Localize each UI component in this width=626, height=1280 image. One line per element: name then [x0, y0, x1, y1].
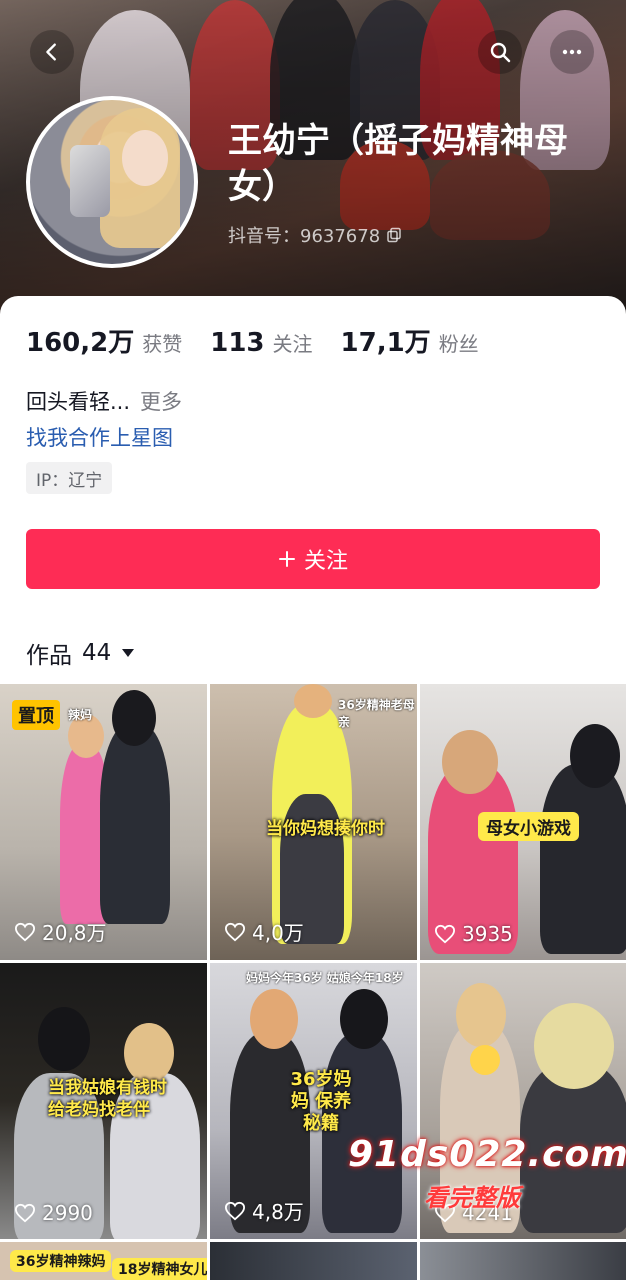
douyin-id[interactable]: 抖音号：9637678 [228, 222, 402, 248]
like-count-value: 4,8万 [252, 1200, 304, 1224]
follow-button[interactable]: 关注 [26, 529, 600, 589]
video-tile[interactable]: 妈妈今年36岁 姑娘今年18岁 36岁妈妈 保养秘籍 4,8万 [210, 963, 417, 1239]
works-count: 44 [82, 640, 112, 666]
like-count: 3935 [434, 922, 513, 946]
like-count: 4,0万 [224, 917, 304, 946]
video-caption: 当你妈想揍你时 [266, 819, 385, 839]
video-caption: 18岁精神女儿 [112, 1258, 207, 1280]
video-tile[interactable]: 当我姑娘有钱时 给老妈找老伴 2990 [0, 963, 207, 1239]
copy-icon[interactable] [386, 227, 402, 243]
heart-icon [434, 924, 456, 944]
bio-more-link[interactable]: 更多 [140, 390, 182, 414]
video-tile[interactable]: 36岁精神老母亲 当你妈想揍你时 4,0万 [210, 684, 417, 960]
stat-likes[interactable]: 160,2万 获赞 [26, 322, 182, 359]
plus-icon [278, 551, 295, 567]
works-title: 作品 [26, 643, 72, 669]
works-tab[interactable]: 作品 44 [26, 636, 135, 670]
heart-icon [224, 1201, 246, 1220]
stat-following-value: 113 [210, 328, 265, 358]
profile-name: 王幼宁（摇子妈精神母女） [228, 121, 568, 207]
video-caption: 母女小游戏 [478, 812, 579, 841]
like-count-value: 20,8万 [42, 921, 107, 945]
like-count-value: 2990 [42, 1201, 93, 1225]
profile-stats: 160,2万 获赞 113 关注 17,1万 粉丝 [26, 322, 507, 359]
ip-location-tag: IP：辽宁 [26, 462, 113, 494]
bio-text: 回头看轻... [26, 390, 131, 414]
cooperation-link[interactable]: 找我合作上星图 [26, 422, 173, 452]
stat-following-label: 关注 [272, 332, 313, 356]
video-caption: 36岁精神辣妈 [10, 1250, 112, 1272]
back-button[interactable] [30, 30, 74, 74]
caret-down-icon [122, 649, 135, 657]
like-count: 20,8万 [14, 917, 107, 946]
like-count-value: 3935 [462, 922, 513, 946]
heart-icon [224, 922, 246, 941]
stat-followers[interactable]: 17,1万 粉丝 [341, 322, 479, 359]
like-count: 4,8万 [224, 1196, 304, 1225]
stat-likes-label: 获赞 [142, 332, 183, 356]
video-tile[interactable] [210, 1242, 417, 1280]
video-caption: 36岁妈妈 保养秘籍 [290, 1069, 352, 1134]
stat-followers-label: 粉丝 [438, 332, 479, 356]
video-tag: 辣妈 [68, 708, 93, 722]
video-tile[interactable]: 36岁精神辣妈 18岁精神女儿 [0, 1242, 207, 1280]
video-tile[interactable] [420, 1242, 626, 1280]
follow-label: 关注 [303, 549, 348, 574]
search-icon [490, 42, 511, 63]
like-count: 2990 [14, 1201, 93, 1225]
video-tag: 妈妈今年36岁 姑娘今年18岁 [246, 971, 404, 985]
video-tile[interactable]: 母女小游戏 3935 [420, 684, 626, 960]
video-tag: 36岁精神老母亲 [338, 698, 415, 729]
search-button[interactable] [478, 30, 522, 74]
heart-icon [14, 922, 36, 941]
video-tile[interactable]: 置顶 辣妈 20,8万 [0, 684, 207, 960]
chevron-left-icon [46, 43, 56, 61]
stat-followers-value: 17,1万 [340, 328, 431, 358]
video-caption: 当我姑娘有钱时 给老妈找老伴 [48, 1078, 167, 1120]
more-dots-icon [562, 49, 582, 55]
watermark-slogan: 看完整版 [424, 1184, 520, 1212]
heart-icon [14, 1203, 36, 1223]
avatar[interactable] [26, 96, 198, 268]
like-count-value: 4,0万 [252, 921, 304, 945]
stat-likes-value: 160,2万 [26, 328, 135, 358]
more-button[interactable] [550, 30, 594, 74]
watermark-site: 91ds022.com [348, 1134, 626, 1175]
stat-following[interactable]: 113 关注 [210, 328, 312, 358]
douyin-id-text: 抖音号：9637678 [228, 226, 381, 247]
pinned-badge: 置顶 [12, 700, 60, 730]
bio: 回头看轻... 更多 [26, 386, 182, 416]
